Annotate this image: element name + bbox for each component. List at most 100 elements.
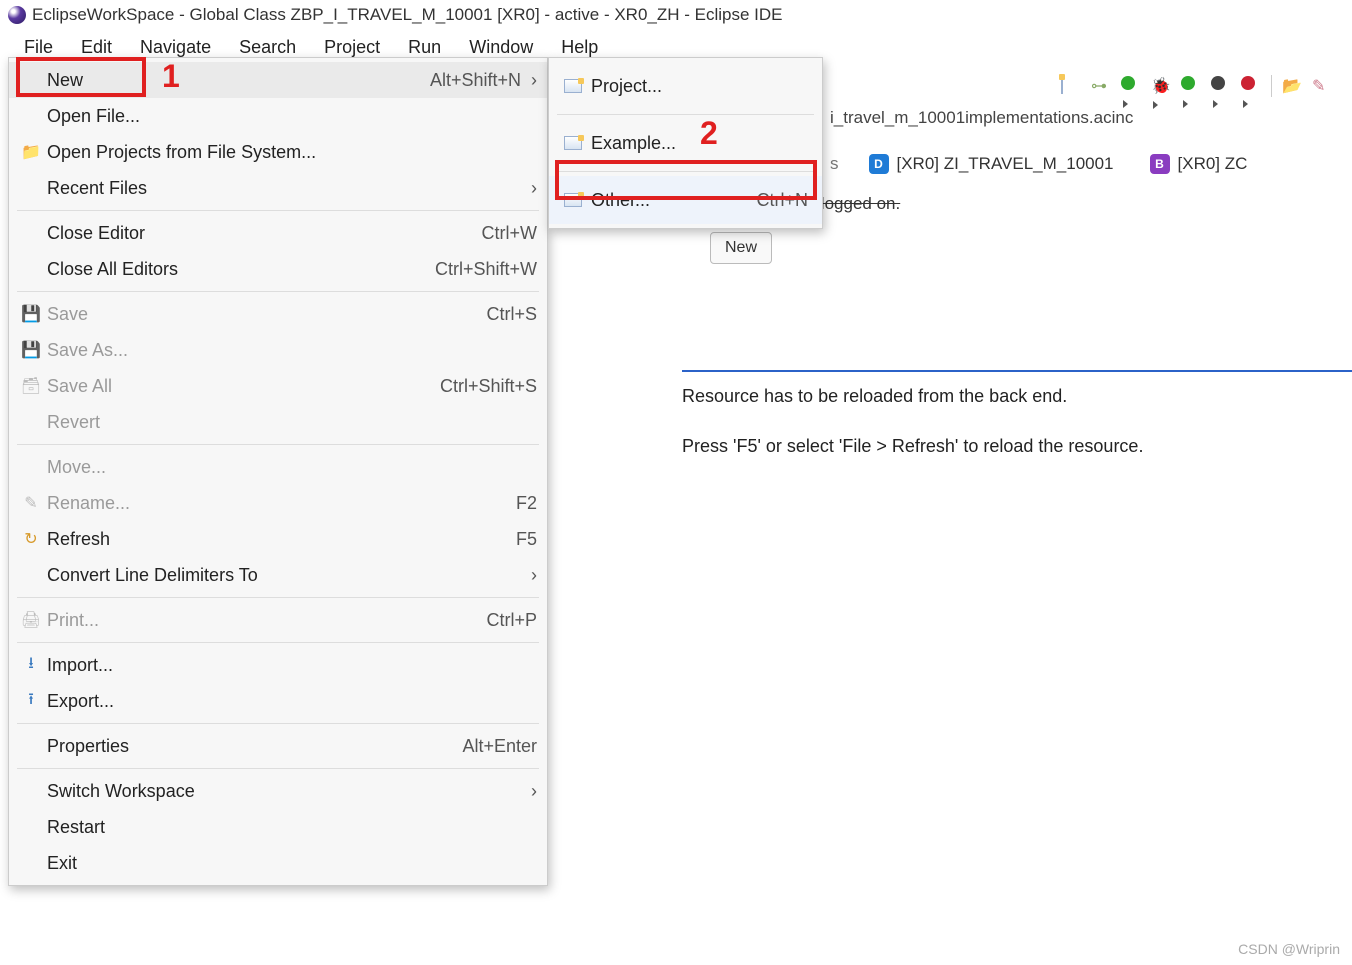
refresh-icon: ↻	[15, 529, 47, 549]
menu-item-shortcut: F5	[516, 529, 537, 550]
print-icon: 🖨	[15, 610, 47, 630]
menu-item-shortcut: Ctrl+W	[482, 223, 538, 244]
menu-item-label: Switch Workspace	[47, 781, 521, 802]
menu-separator	[17, 597, 539, 598]
menu-item-label: Convert Line Delimiters To	[47, 565, 521, 586]
eclipse-icon	[8, 6, 26, 24]
menu-item-label: Export...	[47, 691, 537, 712]
file-menu-item-switch-workspace[interactable]: Switch Workspace ›	[9, 773, 547, 809]
file-menu-item-close-editor[interactable]: Close Editor Ctrl+W	[9, 215, 547, 251]
run2-icon[interactable]	[1211, 76, 1231, 96]
stop-icon[interactable]	[1241, 76, 1261, 96]
menu-item-label: Revert	[47, 412, 537, 433]
file-menu-item-revert: Revert	[9, 404, 547, 440]
menu-item-shortcut: Alt+Shift+N	[430, 70, 521, 91]
export-icon: ⭱	[15, 688, 47, 715]
menu-item-shortcut: Ctrl+Shift+S	[440, 376, 537, 397]
tab-zc[interactable]: B [XR0] ZC	[1144, 150, 1254, 178]
file-menu-item-convert-line-delimiters-to[interactable]: Convert Line Delimiters To ›	[9, 557, 547, 593]
menu-item-label: Restart	[47, 817, 537, 838]
file-menu-item-save: 💾SaveCtrl+S	[9, 296, 547, 332]
menu-item-label: Save All	[47, 376, 430, 397]
annotation-label-2: 2	[700, 115, 718, 152]
saveall-icon: 🗃	[15, 376, 47, 396]
submenu-arrow-icon: ›	[531, 70, 537, 91]
menu-item-label: Exit	[47, 853, 537, 874]
file-menu-item-export[interactable]: ⭱Export...	[9, 683, 547, 719]
menu-item-label: Rename...	[47, 493, 506, 514]
debug-icon[interactable]: 🐞	[1151, 76, 1171, 96]
watermark-footer: CSDN @Wriprin	[1238, 941, 1340, 957]
breadcrumb: i_travel_m_10001implementations.acinc	[830, 108, 1342, 128]
paint-icon[interactable]: ✎	[1312, 76, 1332, 96]
menu-item-label: Close Editor	[47, 223, 472, 244]
folder-icon: 📁	[15, 142, 47, 162]
file-menu-item-exit[interactable]: Exit	[9, 845, 547, 881]
menu-item-label: Import...	[47, 655, 537, 676]
play-icon[interactable]	[1181, 76, 1201, 96]
sep-icon	[1271, 75, 1272, 97]
tab-badge-b-icon: B	[1150, 154, 1170, 174]
title-bar: EclipseWorkSpace - Global Class ZBP_I_TR…	[0, 0, 1352, 30]
file-menu-item-rename: ✎Rename... F2	[9, 485, 547, 521]
submenu-arrow-icon: ›	[531, 781, 537, 802]
menu-separator	[17, 210, 539, 211]
link-icon[interactable]: ⊶	[1091, 76, 1111, 96]
tab-label: [XR0] ZI_TRAVEL_M_10001	[897, 154, 1114, 174]
menu-separator	[17, 444, 539, 445]
menu-item-label: Properties	[47, 736, 452, 757]
tabs-leading-fragment: s	[830, 154, 839, 174]
menu-item-label: Open File...	[47, 106, 537, 127]
file-menu-item-recent-files[interactable]: Recent Files ›	[9, 170, 547, 206]
file-menu-item-import[interactable]: ⭳Import...	[9, 647, 547, 683]
menu-item-shortcut: Alt+Enter	[462, 736, 537, 757]
file-menu-item-move: Move...	[9, 449, 547, 485]
submenu-item-project[interactable]: Project...	[549, 62, 822, 110]
menu-item-shortcut: Ctrl+P	[486, 610, 537, 631]
run-icon[interactable]	[1121, 76, 1141, 96]
menu-item-label: Close All Editors	[47, 259, 425, 280]
divider	[682, 370, 1352, 372]
file-menu-item-properties[interactable]: Properties Alt+Enter	[9, 728, 547, 764]
menu-item-label: Refresh	[47, 529, 506, 550]
menu-item-label: Save	[47, 304, 476, 325]
file-menu-item-save-as: 💾Save As...	[9, 332, 547, 368]
new-button[interactable]: New	[710, 232, 772, 264]
annotation-label-1: 1	[162, 58, 180, 95]
tab-label: [XR0] ZC	[1178, 154, 1248, 174]
menu-item-label: Open Projects from File System...	[47, 142, 537, 163]
import-icon: ⭳	[15, 652, 47, 679]
submenu-arrow-icon: ›	[531, 178, 537, 199]
rename-icon: ✎	[15, 493, 47, 513]
open-folder-icon[interactable]: 📂	[1282, 76, 1302, 96]
new-submenu: Project...Example...Other...Ctrl+N	[548, 57, 823, 229]
reload-message-2: Press 'F5' or select 'File > Refresh' to…	[682, 436, 1312, 457]
menu-item-label: Print...	[47, 610, 476, 631]
menu-item-shortcut: Ctrl+Shift+W	[435, 259, 537, 280]
menu-separator	[17, 291, 539, 292]
menu-item-label: Move...	[47, 457, 537, 478]
menu-item-label: Save As...	[47, 340, 537, 361]
saveas-icon: 💾	[15, 340, 47, 360]
file-menu: NewAlt+Shift+N›Open File...📁Open Project…	[8, 57, 548, 886]
new-wizard-icon[interactable]	[1061, 76, 1081, 96]
wizard-icon	[555, 136, 591, 150]
reload-message-1: Resource has to be reloaded from the bac…	[682, 386, 1312, 407]
toolbar: ⊶ 🐞 📂 ✎	[1061, 66, 1352, 106]
title-text: EclipseWorkSpace - Global Class ZBP_I_TR…	[32, 5, 783, 25]
file-menu-item-close-all-editors[interactable]: Close All Editors Ctrl+Shift+W	[9, 251, 547, 287]
tab-zi-travel[interactable]: D [XR0] ZI_TRAVEL_M_10001	[863, 150, 1120, 178]
wizard-icon	[555, 79, 591, 93]
menu-item-shortcut: Ctrl+S	[486, 304, 537, 325]
file-menu-item-restart[interactable]: Restart	[9, 809, 547, 845]
tab-badge-d-icon: D	[869, 154, 889, 174]
menu-separator	[17, 642, 539, 643]
file-menu-item-open-file[interactable]: Open File...	[9, 98, 547, 134]
menu-item-shortcut: F2	[516, 493, 537, 514]
file-menu-item-open-projects-from-file-system[interactable]: 📁Open Projects from File System...	[9, 134, 547, 170]
file-menu-item-refresh[interactable]: ↻Refresh F5	[9, 521, 547, 557]
menu-item-label: Recent Files	[47, 178, 521, 199]
submenu-arrow-icon: ›	[531, 565, 537, 586]
file-menu-item-save-all: 🗃Save All Ctrl+Shift+S	[9, 368, 547, 404]
annotation-box-1	[16, 57, 146, 97]
